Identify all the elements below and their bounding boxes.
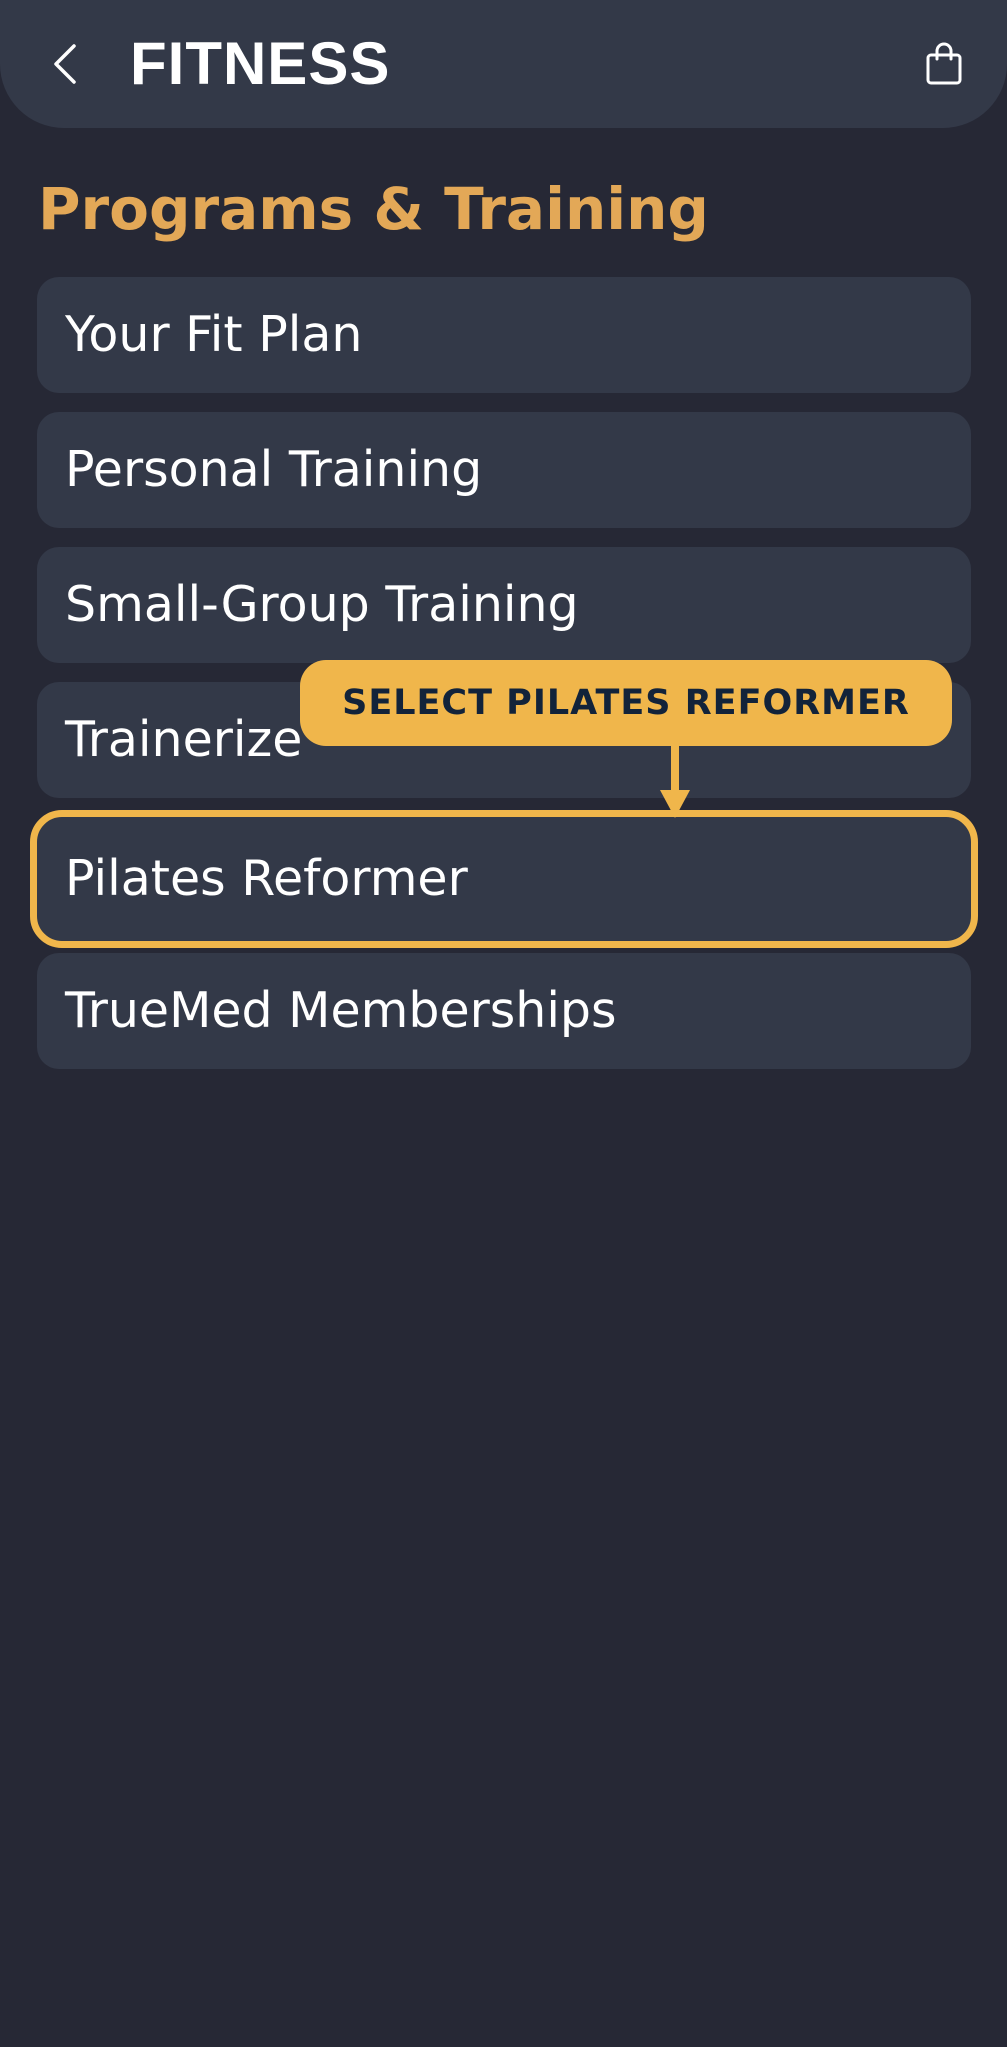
menu-item-label: Pilates Reformer xyxy=(65,850,468,907)
menu-item-label: Personal Training xyxy=(65,441,483,498)
chevron-left-icon xyxy=(54,44,76,84)
menu-item-label: Trainerize xyxy=(65,711,303,768)
tooltip-text: SELECT PILATES REFORMER xyxy=(342,683,910,723)
section-title: Programs & Training xyxy=(38,175,709,243)
back-button[interactable] xyxy=(40,34,90,94)
arrow-down-icon xyxy=(660,744,690,818)
menu-item-truemed-memberships[interactable]: TrueMed Memberships xyxy=(37,953,971,1069)
menu-item-small-group-training[interactable]: Small-Group Training xyxy=(37,547,971,663)
menu-item-label: Small-Group Training xyxy=(65,576,579,633)
shopping-bag-button[interactable] xyxy=(916,36,972,92)
instruction-tooltip: SELECT PILATES REFORMER xyxy=(300,660,952,746)
menu-item-your-fit-plan[interactable]: Your Fit Plan xyxy=(37,277,971,393)
page-title: FITNESS xyxy=(130,30,391,97)
shopping-bag-icon xyxy=(926,42,962,85)
fitness-screen: FITNESS Programs & Training Your Fit Pla… xyxy=(0,0,1007,2047)
menu-item-label: TrueMed Memberships xyxy=(65,982,617,1039)
top-app-bar: FITNESS xyxy=(0,0,1007,128)
menu-item-label: Your Fit Plan xyxy=(65,306,363,363)
menu-item-pilates-reformer[interactable]: Pilates Reformer xyxy=(30,810,978,948)
menu-item-personal-training[interactable]: Personal Training xyxy=(37,412,971,528)
